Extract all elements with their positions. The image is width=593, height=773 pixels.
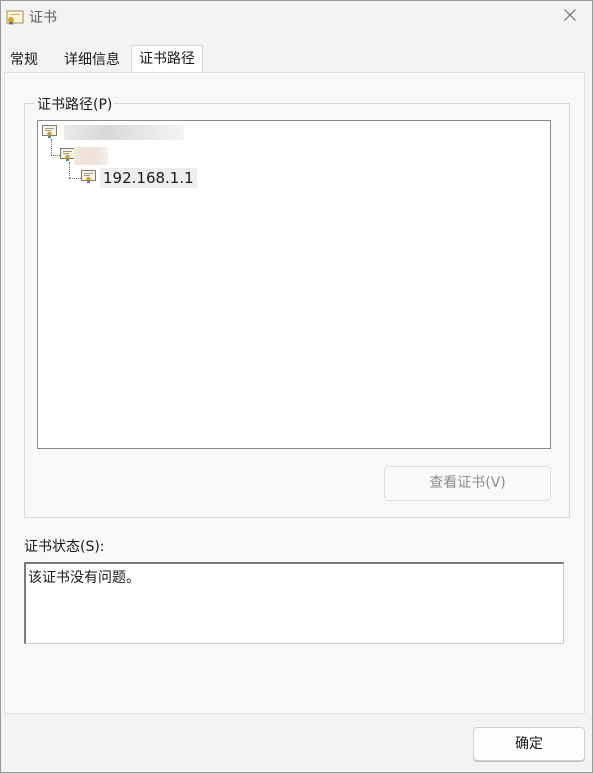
tree-node-root[interactable] <box>42 123 242 143</box>
tree-connector <box>69 178 81 179</box>
window-title: 证书 <box>29 10 57 26</box>
tree-node-intermediate-label <box>74 147 108 165</box>
certificate-icon <box>6 8 24 26</box>
tab-panel-certification-path: 证书路径(P) 192.168.1.1 查看证书(V) 证书状态(S): 该证书… <box>4 72 585 714</box>
close-icon <box>564 9 576 25</box>
title-bar: 证书 <box>1 1 592 35</box>
certificate-icon <box>42 125 57 139</box>
tab-details[interactable]: 详细信息 <box>58 49 126 71</box>
certification-path-label: 证书路径(P) <box>35 94 115 114</box>
tab-certification-path[interactable]: 证书路径 <box>131 45 203 72</box>
tab-general[interactable]: 常规 <box>4 49 44 71</box>
certificate-status-text[interactable]: 该证书没有问题。 <box>24 562 564 644</box>
tree-node-leaf-label: 192.168.1.1 <box>100 168 197 188</box>
certificate-status-label: 证书状态(S): <box>24 539 105 555</box>
ok-button[interactable]: 确定 <box>473 727 585 761</box>
certificate-dialog: 证书 常规 详细信息 证书路径 证书路径(P) 192.168.1.1 查看证书… <box>0 0 593 773</box>
certification-path-group: 证书路径(P) 192.168.1.1 查看证书(V) <box>24 94 570 518</box>
certificate-icon <box>81 170 96 184</box>
certificate-icon <box>60 148 75 162</box>
view-certificate-button[interactable]: 查看证书(V) <box>384 466 551 501</box>
tree-node-leaf[interactable]: 192.168.1.1 <box>81 168 241 188</box>
tree-node-intermediate[interactable] <box>60 146 140 166</box>
tree-node-root-label <box>64 125 184 140</box>
certificate-path-tree[interactable]: 192.168.1.1 <box>37 120 551 449</box>
close-button[interactable] <box>548 1 592 33</box>
